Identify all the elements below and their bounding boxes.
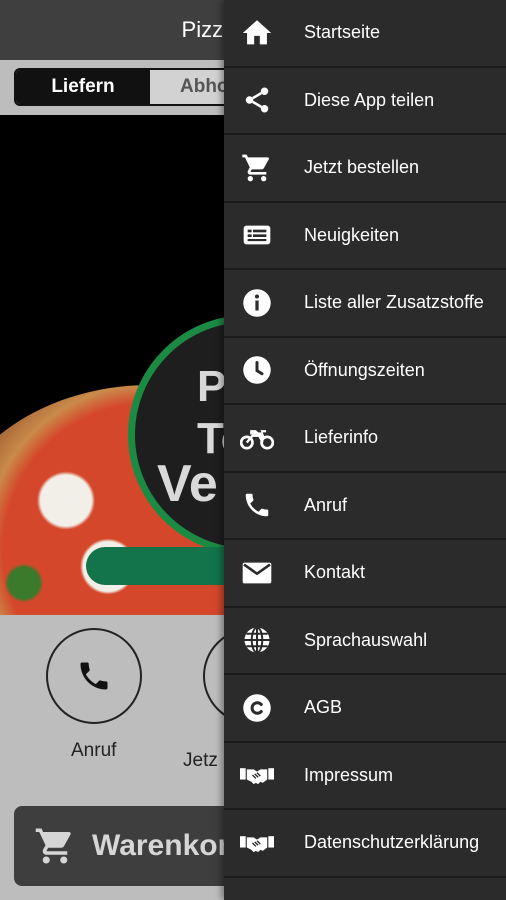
menu-item-opening-hours[interactable]: Öffnungszeiten xyxy=(224,338,506,405)
menu-item-language[interactable]: Sprachauswahl xyxy=(224,608,506,675)
handshake-icon xyxy=(240,758,274,792)
menu-item-label: Öffnungszeiten xyxy=(304,359,425,380)
menu-item-label: Impressum xyxy=(304,764,394,785)
menu-item-impressum[interactable]: Impressum xyxy=(224,743,506,810)
menu-item-label: Sprachauswahl xyxy=(304,629,428,650)
call-action-label: Anruf xyxy=(71,740,117,761)
mail-icon xyxy=(240,556,274,590)
menu-item-order[interactable]: Jetzt bestellen xyxy=(224,135,506,203)
cart-icon xyxy=(34,825,76,867)
menu-item-label: Kontakt xyxy=(304,562,366,583)
handshake-icon xyxy=(240,826,274,860)
menu-item-news[interactable]: Neuigkeiten xyxy=(224,203,506,270)
tab-liefern[interactable]: Liefern xyxy=(16,70,150,104)
cart-icon xyxy=(240,151,274,185)
clock-icon xyxy=(240,353,274,387)
info-icon xyxy=(240,286,274,320)
navigation-drawer: Startseite Diese App teilen Jetzt bestel… xyxy=(224,0,506,900)
order-action-label: Jetz xyxy=(183,750,218,771)
menu-item-additives[interactable]: Liste aller Zusatzstoffe xyxy=(224,270,506,338)
home-icon xyxy=(240,16,274,50)
menu-item-delivery-info[interactable]: Lieferinfo xyxy=(224,405,506,473)
news-icon xyxy=(240,218,274,252)
menu-item-label: Neuigkeiten xyxy=(304,224,400,245)
menu-item-label: Liste aller Zusatzstoffe xyxy=(304,292,484,313)
copyright-icon xyxy=(240,691,274,725)
menu-item-agb[interactable]: AGB xyxy=(224,675,506,743)
menu-item-label: Anruf xyxy=(304,494,348,515)
menu-item-label: Diese App teilen xyxy=(304,89,435,110)
app-screen: Pizza T Liefern Abho P To Ve Anruf Jetz … xyxy=(0,0,506,900)
motorbike-icon xyxy=(240,421,274,455)
menu-item-call[interactable]: Anruf xyxy=(224,473,506,540)
logo-text-line-1: P xyxy=(197,362,227,411)
menu-item-privacy[interactable]: Datenschutzerklärung xyxy=(224,810,506,878)
logo-text-line-3: Ve xyxy=(157,455,218,513)
menu-item-label: Jetzt bestellen xyxy=(304,157,420,178)
menu-item-startseite[interactable]: Startseite xyxy=(224,0,506,68)
phone-icon xyxy=(76,658,112,694)
globe-icon xyxy=(240,623,274,657)
menu-item-label: Lieferinfo xyxy=(304,427,379,448)
menu-item-contact[interactable]: Kontakt xyxy=(224,540,506,608)
menu-item-share[interactable]: Diese App teilen xyxy=(224,68,506,135)
menu-item-label: Datenschutzerklärung xyxy=(304,832,480,853)
menu-item-label: AGB xyxy=(304,697,343,718)
menu-item-label: Startseite xyxy=(304,22,381,43)
call-action-button[interactable] xyxy=(46,628,142,724)
share-icon xyxy=(240,83,274,117)
phone-icon xyxy=(240,488,274,522)
